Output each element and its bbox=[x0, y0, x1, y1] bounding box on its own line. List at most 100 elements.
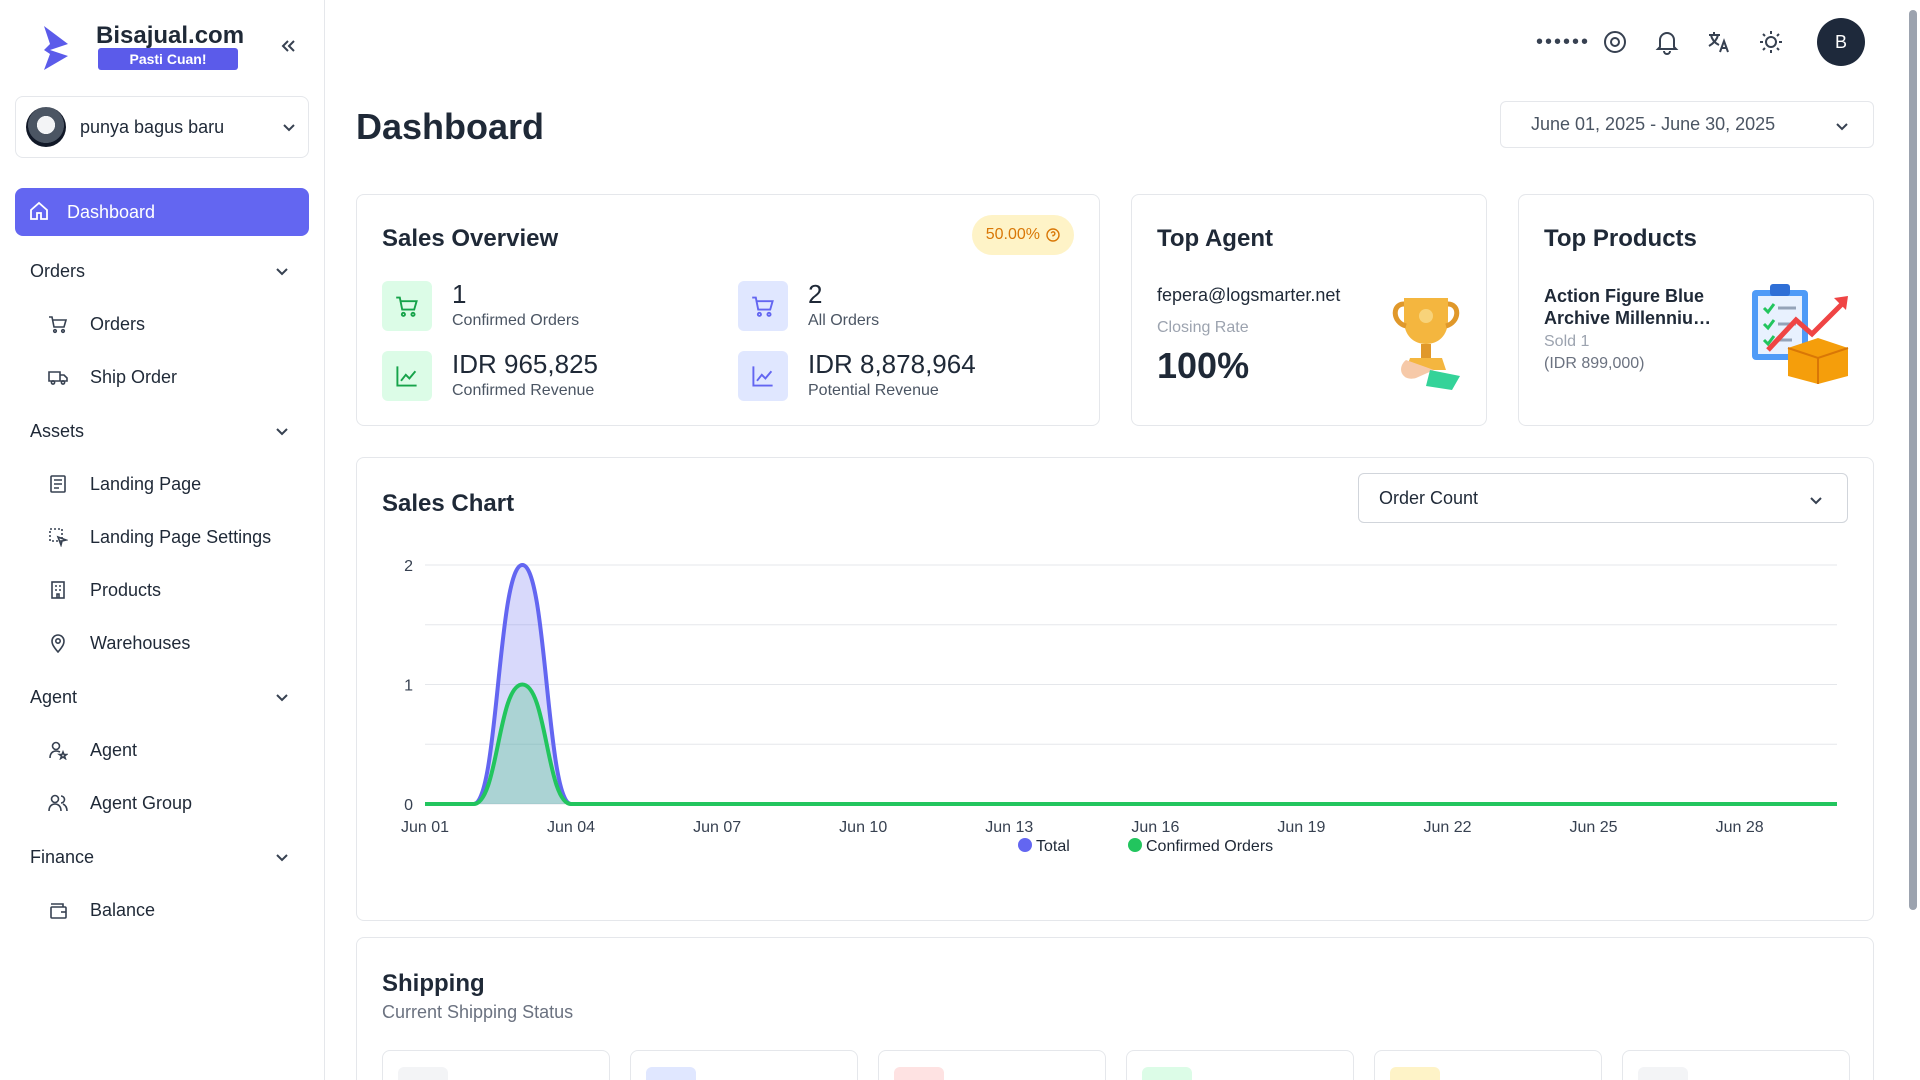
sidebar-item-landing-page[interactable]: Landing Page bbox=[15, 458, 309, 511]
x-tick-label: Jun 25 bbox=[1570, 819, 1618, 836]
select-cursor-icon bbox=[49, 528, 68, 547]
sidebar-item-agent-group[interactable]: Agent Group bbox=[15, 777, 309, 830]
topbar-actions: •••••• B bbox=[1536, 16, 1865, 68]
x-tick-label: Jun 28 bbox=[1716, 819, 1764, 836]
status-icon bbox=[1638, 1067, 1688, 1080]
chevron-down-icon bbox=[276, 268, 288, 276]
cart-icon bbox=[49, 316, 68, 334]
shipping-status-tile[interactable] bbox=[1126, 1050, 1354, 1080]
user-avatar[interactable]: B bbox=[1817, 18, 1865, 66]
sidebar-group-orders[interactable]: Orders bbox=[15, 244, 309, 298]
stat-icon-box bbox=[382, 281, 432, 331]
sidebar-group-label: Finance bbox=[30, 846, 95, 867]
top-agent-card: Top Agent fepera@logsmarter.net Closing … bbox=[1131, 194, 1487, 426]
product-name[interactable]: Action Figure Blue Archive Millenniu… bbox=[1544, 285, 1744, 329]
store-name: punya bagus baru bbox=[80, 116, 225, 137]
sidebar-item-label: Landing Page Settings bbox=[90, 527, 272, 547]
top-products-card: Top Products Action Figure Blue Archive … bbox=[1518, 194, 1874, 426]
translate-icon bbox=[1708, 32, 1729, 53]
collapse-sidebar-button[interactable] bbox=[272, 30, 304, 62]
stat-label: All Orders bbox=[808, 312, 880, 329]
legend-label: Total bbox=[1036, 838, 1070, 855]
store-selector[interactable]: punya bagus baru bbox=[15, 96, 309, 158]
agent-email: fepera@logsmarter.net bbox=[1157, 285, 1341, 305]
sidebar-item-agent[interactable]: Agent bbox=[15, 724, 309, 777]
stat-value: 1 bbox=[452, 279, 467, 309]
date-range-picker[interactable]: June 01, 2025 - June 30, 2025 bbox=[1500, 101, 1874, 148]
sidebar-item-label: Dashboard bbox=[67, 201, 156, 222]
brand[interactable]: Bisajual.com Pasti Cuan! bbox=[30, 18, 310, 74]
status-icon bbox=[646, 1067, 696, 1080]
conversion-badge: 50.00% bbox=[971, 215, 1074, 255]
stat-label: Confirmed Revenue bbox=[452, 382, 595, 399]
sales-chart: 0 1 2 Jun 01 Jun 04 Jun 07 Jun 10 Jun 13 Jun 16 J… bbox=[401, 558, 1837, 855]
sidebar-item-products[interactable]: Products bbox=[15, 564, 309, 617]
closing-rate-value: 100% bbox=[1157, 345, 1250, 386]
chevron-down-icon bbox=[283, 124, 295, 132]
eye-icon bbox=[1604, 31, 1626, 53]
stat-icon-box bbox=[382, 351, 432, 401]
more-button[interactable]: •••••• bbox=[1536, 16, 1591, 68]
stat-value: IDR 8,878,964 bbox=[808, 349, 976, 379]
page-scrollbar[interactable] bbox=[1909, 10, 1917, 910]
legend-marker bbox=[1128, 838, 1142, 852]
language-button[interactable] bbox=[1693, 16, 1745, 68]
sidebar-item-label: Orders bbox=[90, 314, 146, 334]
sidebar-item-ship-order[interactable]: Ship Order bbox=[15, 351, 309, 404]
card-subtitle: Current Shipping Status bbox=[382, 1002, 574, 1022]
sales-overview-card: Sales Overview 50.00% 1 Confirmed Orders… bbox=[356, 194, 1100, 426]
chevron-down-icon bbox=[276, 428, 288, 436]
visibility-button[interactable] bbox=[1589, 16, 1641, 68]
legend-label: Confirmed Orders bbox=[1146, 838, 1273, 855]
x-tick-label: Jun 01 bbox=[401, 819, 449, 836]
shipping-status-tile[interactable] bbox=[878, 1050, 1106, 1080]
sidebar-group-label: Agent bbox=[30, 686, 78, 707]
shipping-card: Shipping Current Shipping Status bbox=[356, 937, 1874, 1080]
card-title: Sales Overview bbox=[382, 225, 559, 252]
sidebar-item-label: Products bbox=[90, 580, 162, 600]
sidebar-item-balance[interactable]: Balance bbox=[15, 884, 309, 937]
sidebar-group-assets[interactable]: Assets bbox=[15, 404, 309, 458]
product-price: (IDR 899,000) bbox=[1544, 355, 1645, 372]
y-tick-label: 0 bbox=[404, 797, 413, 814]
info-icon bbox=[1046, 228, 1060, 242]
sidebar-group-finance[interactable]: Finance bbox=[15, 830, 309, 884]
notifications-button[interactable] bbox=[1641, 16, 1693, 68]
page-title: Dashboard bbox=[356, 106, 545, 147]
sales-chart-card: Sales Chart Order Count 0 1 2 Jun 01 Jun 04 J… bbox=[356, 457, 1874, 921]
wallet-icon bbox=[50, 903, 67, 919]
more-dots-icon: •••••• bbox=[1536, 30, 1591, 53]
sidebar: Bisajual.com Pasti Cuan! punya bagus bar… bbox=[0, 0, 325, 1080]
theme-toggle-button[interactable] bbox=[1745, 16, 1797, 68]
shipping-status-tile[interactable] bbox=[1622, 1050, 1850, 1080]
status-icon bbox=[894, 1067, 944, 1080]
sidebar-group-label: Assets bbox=[30, 420, 85, 441]
sidebar-item-warehouses[interactable]: Warehouses bbox=[15, 617, 309, 670]
map-pin-icon bbox=[51, 634, 65, 653]
chevron-down-icon bbox=[276, 854, 288, 862]
sun-icon bbox=[1760, 31, 1782, 53]
sidebar-item-label: Landing Page bbox=[90, 474, 202, 494]
brand-logo-icon bbox=[44, 26, 68, 70]
closing-rate-label: Closing Rate bbox=[1157, 319, 1249, 336]
shipping-status-tile[interactable] bbox=[382, 1050, 610, 1080]
x-tick-label: Jun 04 bbox=[547, 819, 595, 836]
chevron-down-icon bbox=[276, 694, 288, 702]
sidebar-item-orders[interactable]: Orders bbox=[15, 298, 309, 351]
date-range-value: June 01, 2025 - June 30, 2025 bbox=[1531, 114, 1776, 134]
shipping-status-tile[interactable] bbox=[630, 1050, 858, 1080]
x-tick-label: Jun 07 bbox=[693, 819, 741, 836]
sidebar-item-landing-page-settings[interactable]: Landing Page Settings bbox=[15, 511, 309, 564]
document-icon bbox=[50, 475, 66, 493]
sidebar-item-label: Agent Group bbox=[90, 793, 193, 813]
sidebar-group-agent[interactable]: Agent bbox=[15, 670, 309, 724]
stat-value: 2 bbox=[808, 279, 823, 309]
sidebar-item-dashboard[interactable]: Dashboard bbox=[15, 188, 309, 236]
status-icon bbox=[1142, 1067, 1192, 1080]
shipping-status-tile[interactable] bbox=[1374, 1050, 1602, 1080]
card-title: Top Products bbox=[1544, 225, 1697, 252]
chevrons-left-icon bbox=[281, 40, 295, 52]
stat-value: IDR 965,825 bbox=[452, 349, 598, 379]
truck-icon bbox=[48, 371, 68, 385]
sidebar-group-label: Orders bbox=[30, 260, 86, 281]
